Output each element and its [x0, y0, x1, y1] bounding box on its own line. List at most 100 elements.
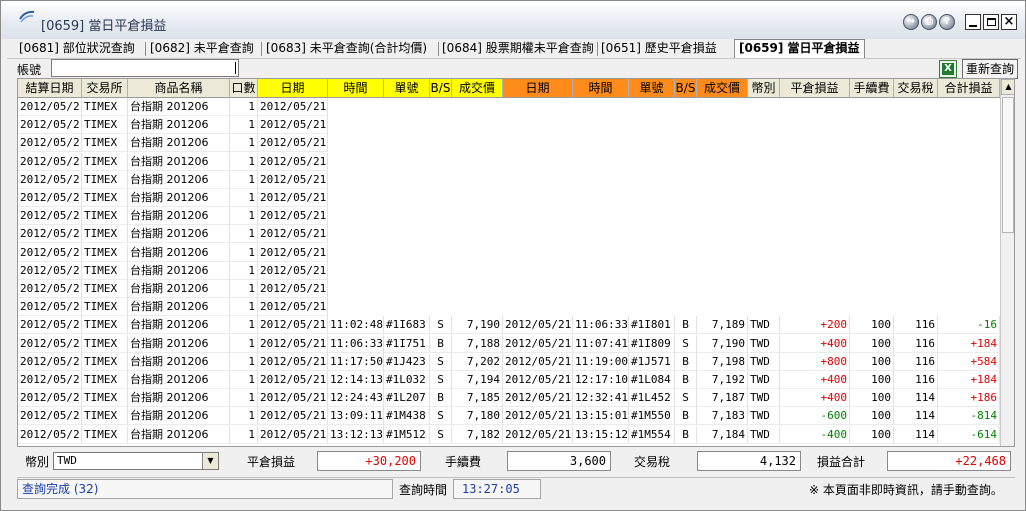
cell-open-order-no [384, 189, 430, 207]
cell-close-date [503, 153, 573, 171]
column-header-tax[interactable]: 交易稅 [894, 79, 938, 98]
tab-0659[interactable]: [0659] 當日平倉損益 [734, 39, 865, 58]
table-row[interactable]: 2012/05/21 TIMEX 台指期 201206 1 2012/05/21 [18, 207, 1000, 226]
help-icon[interactable]: ? [939, 14, 955, 30]
table-row[interactable]: 2012/05/21 TIMEX 台指期 201206 1 2012/05/21 [18, 280, 1000, 298]
chevron-down-icon[interactable]: ▼ [202, 453, 218, 469]
cell-currency [748, 207, 780, 225]
close-button[interactable]: × [1001, 14, 1017, 30]
table-row[interactable]: 2012/05/21 TIMEX 台指期 201206 1 2012/05/21 [18, 225, 1000, 244]
column-header-open-bs[interactable]: B/S [430, 79, 452, 98]
cell-close-price: 7,183 [697, 407, 748, 426]
column-header-open-date[interactable]: 日期 [258, 79, 328, 98]
column-header-total-pnl[interactable]: 合計損益 [938, 79, 1000, 98]
cell-total-pnl: -814 [938, 407, 1000, 426]
table-row[interactable]: 2012/05/21 TIMEX 台指期 201206 1 2012/05/21 11:0… [18, 334, 1000, 353]
cell-close-price [697, 244, 748, 262]
table-row[interactable]: 2012/05/21 TIMEX 台指期 201206 1 2012/05/21 [18, 116, 1000, 135]
tab-0684[interactable]: [0684] 股票期權未平倉查詢 [442, 40, 594, 58]
column-header-open-order-no[interactable]: 單號 [384, 79, 430, 98]
column-header-product-name[interactable]: 商品名稱 [128, 79, 230, 98]
dock-icon[interactable]: ↪ [903, 14, 919, 30]
column-header-exchange[interactable]: 交易所 [82, 79, 128, 98]
cell-open-price [452, 171, 503, 189]
column-header-close-time[interactable]: 時間 [573, 79, 629, 98]
cell-exchange: TIMEX [82, 407, 128, 426]
cell-close-time [573, 116, 629, 134]
table-row[interactable]: 2012/05/21 TIMEX 台指期 201206 1 2012/05/21 [18, 298, 1000, 317]
cell-product-name: 台指期 201206 [128, 371, 230, 389]
table-row[interactable]: 2012/05/21 TIMEX 台指期 201206 1 2012/05/21 11:0… [18, 316, 1000, 335]
cell-fee: 100 [850, 352, 894, 371]
table-row[interactable]: 2012/05/21 TIMEX 台指期 201206 1 2012/05/21 [18, 98, 1000, 116]
cell-open-bs [430, 116, 452, 134]
column-header-close-pnl[interactable]: 平倉損益 [780, 79, 850, 98]
cell-close-pnl [780, 262, 850, 280]
table-row[interactable]: 2012/05/21 TIMEX 台指期 201206 1 2012/05/21 [18, 134, 1000, 153]
query-time-value: 13:27:05 [453, 479, 541, 499]
column-header-close-bs[interactable]: B/S [675, 79, 697, 98]
export-excel-button[interactable]: X [939, 60, 957, 78]
tab-0651[interactable]: [0651] 歷史平倉損益 [601, 40, 717, 58]
cell-settle-date: 2012/05/21 [18, 134, 82, 153]
cell-open-date: 2012/05/21 [258, 207, 328, 226]
column-header-close-price[interactable]: 成交價 [697, 79, 748, 98]
column-header-open-time[interactable]: 時間 [328, 79, 384, 98]
cell-close-price [697, 116, 748, 134]
cell-open-order-no [384, 134, 430, 152]
scroll-up-arrow-icon[interactable]: ▲ [1001, 79, 1014, 95]
column-header-open-price[interactable]: 成交價 [452, 79, 503, 98]
cell-close-bs [675, 298, 697, 316]
column-header-close-date[interactable]: 日期 [503, 79, 573, 98]
column-header-settle-date[interactable]: 結算日期 [18, 79, 82, 98]
column-header-lots[interactable]: 口數 [230, 79, 258, 98]
tab-0682[interactable]: [0682] 未平倉查詢 [150, 40, 254, 58]
scrollbar-thumb[interactable] [1002, 97, 1014, 233]
tab-divider [438, 42, 439, 56]
tab-divider [597, 42, 598, 56]
requery-button[interactable]: 重新查詢 [962, 59, 1018, 79]
currency-select[interactable]: TWD ▼ [53, 452, 219, 470]
table-row[interactable]: 2012/05/21 TIMEX 台指期 201206 1 2012/05/21 [18, 170, 1000, 189]
cell-open-price [452, 153, 503, 171]
cell-close-bs [675, 280, 697, 298]
cell-open-time [328, 244, 384, 262]
excel-icon: X [942, 63, 954, 75]
column-header-close-order-no[interactable]: 單號 [629, 79, 675, 98]
table-row[interactable]: 2012/05/21 TIMEX 台指期 201206 1 2012/05/21 13:1… [18, 425, 1000, 444]
table-row[interactable]: 2012/05/21 TIMEX 台指期 201206 1 2012/05/21 13:0… [18, 407, 1000, 426]
cell-close-time: 13:15:01 [573, 407, 629, 426]
cell-tax [894, 262, 938, 280]
cell-close-date: 2012/05/21 [503, 407, 573, 426]
cell-open-order-no: #1L032 [384, 371, 430, 389]
tab-0683[interactable]: [0683] 未平倉查詢(合計均價) [266, 40, 427, 58]
cell-tax [894, 244, 938, 262]
tab-0681[interactable]: [0681] 部位狀況查詢 [19, 40, 135, 58]
cell-open-bs [430, 98, 452, 116]
cell-open-bs: B [430, 334, 452, 353]
table-row[interactable]: 2012/05/21 TIMEX 台指期 201206 1 2012/05/21 [18, 189, 1000, 207]
table-row[interactable]: 2012/05/21 TIMEX 台指期 201206 1 2012/05/21 [18, 261, 1000, 280]
table-row[interactable]: 2012/05/21 TIMEX 台指期 201206 1 2012/05/21 [18, 243, 1000, 262]
total-pnl-label: 損益合計 [817, 455, 866, 469]
cell-close-bs: B [675, 407, 697, 426]
cell-open-price: 7,190 [452, 316, 503, 335]
account-input[interactable] [51, 59, 239, 77]
column-header-currency[interactable]: 幣別 [748, 79, 780, 98]
column-header-fee[interactable]: 手續費 [850, 79, 894, 98]
table-row[interactable]: 2012/05/21 TIMEX 台指期 201206 1 2012/05/21 11:1… [18, 352, 1000, 371]
table-row[interactable]: 2012/05/21 TIMEX 台指期 201206 1 2012/05/21 12:1… [18, 371, 1000, 389]
minimize-button[interactable] [965, 14, 981, 30]
table-row[interactable]: 2012/05/21 TIMEX 台指期 201206 1 2012/05/21 [18, 152, 1000, 171]
cell-tax: 114 [894, 425, 938, 444]
vertical-scrollbar[interactable]: ▲ [1000, 79, 1014, 446]
cell-close-price [697, 280, 748, 298]
cell-open-bs [430, 225, 452, 243]
print-icon[interactable]: ⎙ [921, 14, 937, 30]
cell-open-bs [430, 280, 452, 298]
table-row[interactable]: 2012/05/21 TIMEX 台指期 201206 1 2012/05/21 12:2… [18, 389, 1000, 408]
cell-close-bs: B [675, 425, 697, 444]
maximize-button[interactable] [983, 14, 999, 30]
cell-exchange: TIMEX [82, 425, 128, 444]
total-pnl-value: +22,468 [887, 451, 1011, 471]
